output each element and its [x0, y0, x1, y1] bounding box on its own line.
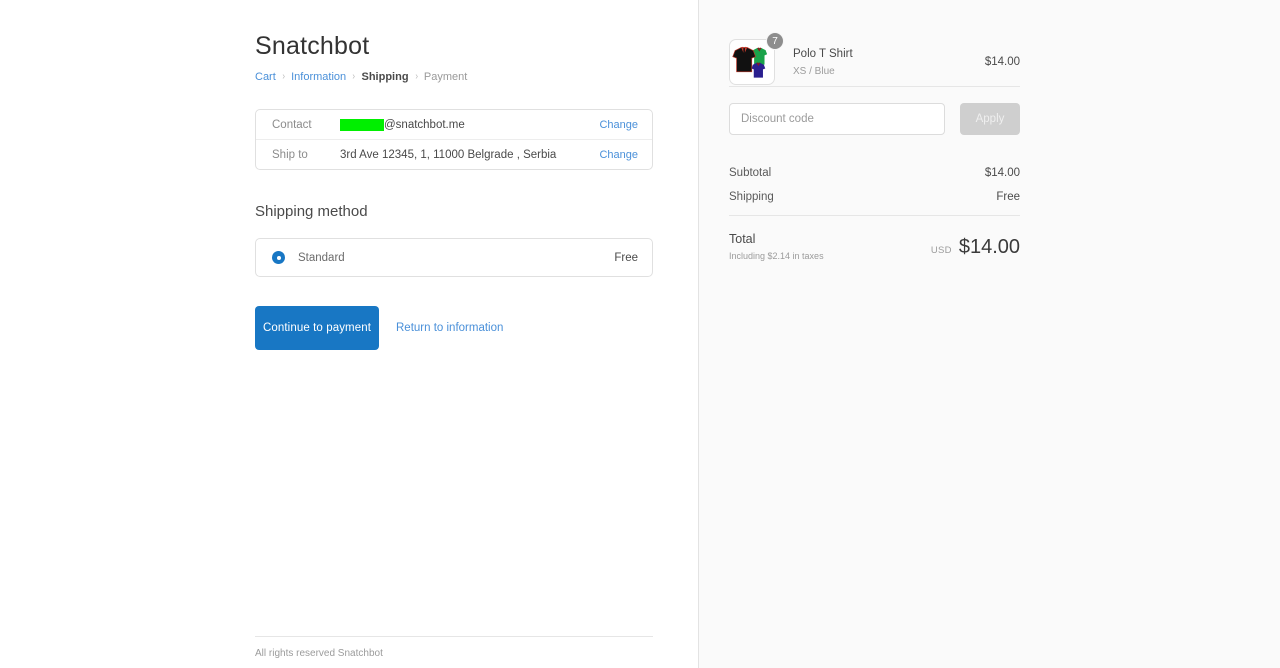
contact-email-domain: @snatchbot.me [384, 118, 465, 131]
grand-total-row: Total Including $2.14 in taxes USD $14.0… [729, 216, 1020, 262]
shipping-option-standard[interactable]: Standard Free [255, 238, 653, 277]
breadcrumb-item-payment: Payment [423, 71, 468, 83]
chevron-right-icon: › [352, 71, 356, 82]
grand-total-value: $14.00 [958, 235, 1020, 258]
breadcrumb: Cart › Information › Shipping › Payment [255, 70, 653, 84]
grand-total-labels: Total Including $2.14 in taxes [729, 232, 824, 262]
contact-label: Contact [272, 118, 312, 131]
product-meta: Polo T Shirt XS / Blue [775, 47, 985, 78]
order-summary-box: Contact @snatchbot.me Change Ship to 3rd… [255, 109, 653, 170]
contact-row: Contact @snatchbot.me Change [256, 110, 652, 140]
footer-text: All rights reserved Snatchbot [255, 648, 383, 659]
chevron-right-icon: › [282, 71, 285, 82]
checkout-page: Snatchbot Cart › Information › Shipping … [0, 0, 1280, 668]
shipping-option-label: Standard [298, 251, 345, 264]
order-summary-column: 7 Polo T Shirt XS / Blue $14.00 Apply Su… [699, 0, 1280, 668]
quantity-badge: 7 [766, 32, 784, 50]
tax-note: Including $2.14 in taxes [729, 251, 824, 261]
footer: All rights reserved Snatchbot [255, 636, 653, 659]
ship-to-label: Ship to [272, 148, 308, 161]
checkout-content: Snatchbot Cart › Information › Shipping … [255, 0, 653, 350]
grand-total-label: Total [729, 232, 756, 246]
return-to-information-link[interactable]: Return to information [396, 322, 503, 334]
continue-to-payment-button[interactable]: Continue to payment [255, 306, 379, 350]
breadcrumb-item-information[interactable]: Information [291, 70, 346, 84]
chevron-right-icon: › [414, 71, 418, 82]
product-thumbnail-wrap: 7 [729, 32, 784, 85]
totals: Subtotal $14.00 Shipping Free Total Incl… [729, 135, 1020, 262]
currency-code: USD [930, 244, 952, 256]
order-summary-content: 7 Polo T Shirt XS / Blue $14.00 Apply Su… [729, 0, 1020, 262]
shipping-label: Shipping [729, 191, 774, 203]
list-item: 7 Polo T Shirt XS / Blue $14.00 [729, 0, 1020, 86]
breadcrumb-item-shipping: Shipping [361, 71, 409, 83]
product-price: $14.00 [984, 56, 1020, 68]
contact-value: @snatchbot.me [340, 118, 599, 131]
discount-code-input[interactable] [729, 103, 945, 135]
product-title: Polo T Shirt [793, 47, 853, 60]
shipping-method-heading: Shipping method [255, 203, 368, 220]
apply-discount-button[interactable]: Apply [960, 103, 1020, 135]
subtotal-label: Subtotal [729, 167, 772, 179]
subtotal-row: Subtotal $14.00 [729, 167, 1020, 179]
shipping-option-price: Free [614, 251, 638, 264]
radio-selected-icon[interactable] [272, 251, 285, 264]
redacted-email-icon [340, 118, 384, 131]
subtotal-value: $14.00 [984, 167, 1020, 179]
grand-total-amount: USD $14.00 [931, 236, 1020, 259]
page-title: Snatchbot [255, 32, 370, 60]
change-address-link[interactable]: Change [599, 149, 638, 161]
ship-to-value: 3rd Ave 12345, 1, 11000 Belgrade , Serbi… [340, 148, 557, 161]
ship-to-row: Ship to 3rd Ave 12345, 1, 11000 Belgrade… [256, 140, 652, 169]
breadcrumb-item-cart[interactable]: Cart [255, 70, 276, 84]
shipping-value: Free [996, 191, 1020, 203]
shipping-row: Shipping Free [729, 191, 1020, 203]
discount-row: Apply [729, 87, 1020, 135]
checkout-actions: Continue to payment Return to informatio… [255, 306, 653, 350]
checkout-main-column: Snatchbot Cart › Information › Shipping … [0, 0, 699, 668]
change-contact-link[interactable]: Change [599, 119, 638, 131]
product-variant: XS / Blue [793, 65, 835, 77]
